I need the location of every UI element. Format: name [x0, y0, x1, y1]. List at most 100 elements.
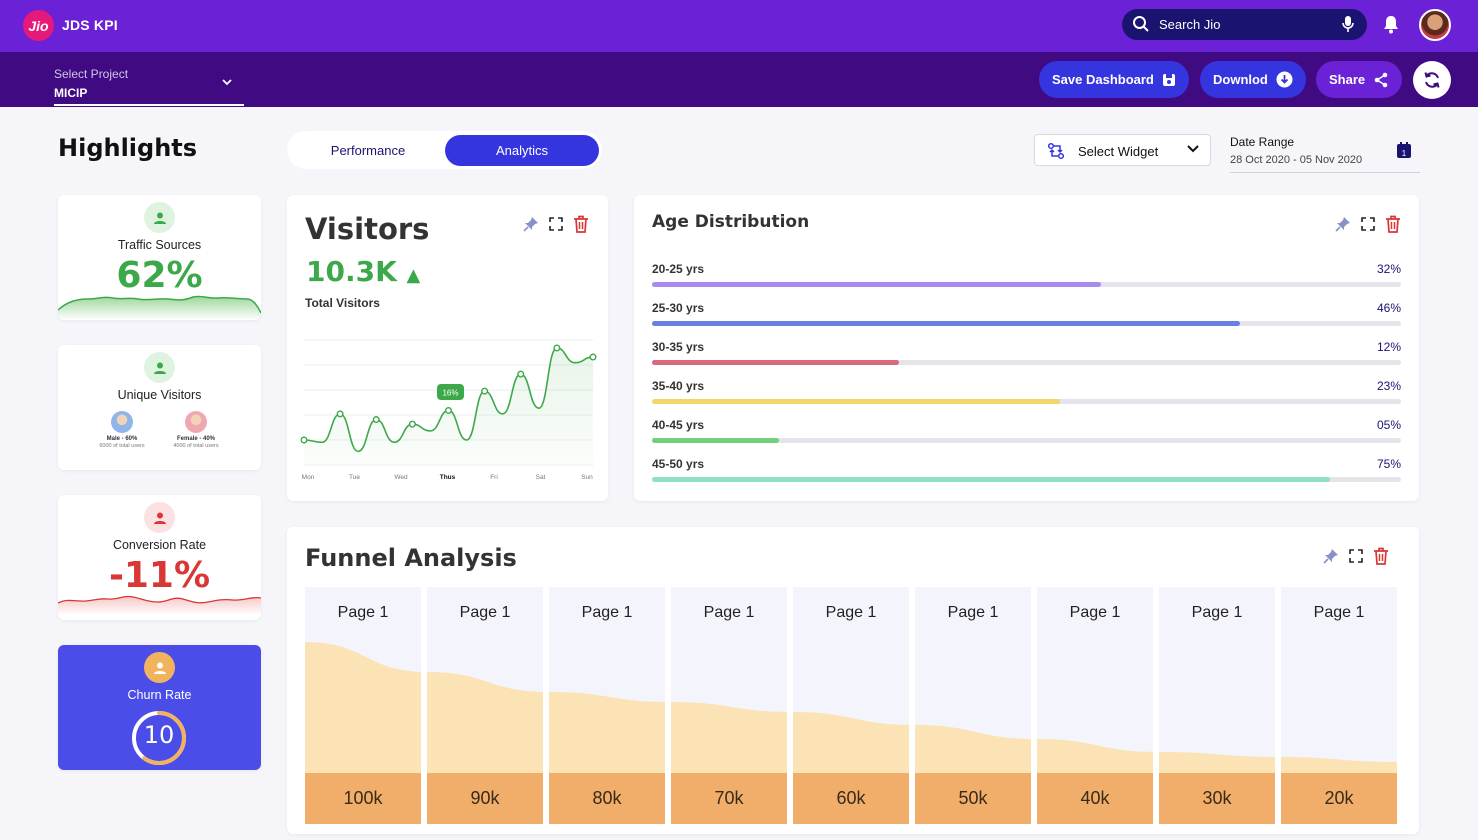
age-row-track — [652, 399, 1401, 404]
x-axis-label: Tue — [349, 474, 360, 481]
female-stat: Female - 40% 4000 of total users — [161, 411, 231, 449]
pin-icon[interactable] — [1335, 216, 1351, 232]
funnel-step-value: 60k — [793, 773, 909, 824]
jio-logo[interactable]: Jio — [23, 10, 54, 41]
data-point — [517, 370, 525, 378]
expand-icon[interactable] — [1349, 549, 1363, 563]
funnel-column-gap — [787, 587, 793, 773]
date-range-underline — [1230, 172, 1420, 173]
funnel-title: Funnel Analysis — [305, 544, 517, 572]
select-widget-label: Select Widget — [1078, 144, 1159, 159]
visitors-actions — [523, 215, 589, 233]
age-row-label: 40-45 yrs — [652, 418, 705, 432]
save-dashboard-button[interactable]: Save Dashboard — [1039, 61, 1189, 98]
chart-tooltip: 16% — [437, 384, 464, 400]
project-select[interactable]: MICIP — [54, 86, 87, 100]
unique-visitors-card[interactable]: Unique Visitors Male - 60% 6000 of total… — [58, 345, 261, 470]
conversion-rate-card[interactable]: Conversion Rate -11% — [58, 495, 261, 620]
notification-bell-icon[interactable] — [1382, 15, 1400, 34]
male-avatar — [111, 411, 133, 433]
funnel-actions — [1323, 547, 1389, 565]
date-range-value[interactable]: 28 Oct 2020 - 05 Nov 2020 — [1230, 154, 1362, 166]
delete-icon[interactable] — [1373, 547, 1389, 565]
calendar-icon[interactable]: 1 — [1396, 142, 1412, 159]
funnel-column-gap — [1275, 587, 1281, 773]
app-title: JDS KPI — [62, 17, 118, 33]
svg-text:1: 1 — [1402, 149, 1407, 158]
age-row-track — [652, 360, 1401, 365]
funnel-column-gap — [421, 587, 427, 773]
visitors-count: 10.3K — [306, 255, 397, 288]
tab-performance[interactable]: Performance — [291, 135, 445, 166]
funnel-column-gap — [909, 587, 915, 773]
unique-visitors-label: Unique Visitors — [117, 388, 202, 402]
male-count: 6000 of total users — [99, 443, 145, 449]
female-percent: Female - 40% — [176, 436, 216, 442]
user-avatar[interactable] — [1419, 9, 1451, 41]
data-point — [589, 353, 597, 361]
save-dashboard-label: Save Dashboard — [1052, 72, 1154, 87]
delete-icon[interactable] — [573, 215, 589, 233]
x-axis-label: Fri — [490, 474, 498, 481]
share-button[interactable]: Share — [1316, 61, 1403, 98]
age-row-label: 35-40 yrs — [652, 379, 705, 393]
download-button[interactable]: Downlod — [1200, 61, 1306, 98]
view-tabs: Performance Analytics — [287, 131, 602, 169]
funnel-step-value: 100k — [305, 773, 421, 824]
download-label: Downlod — [1213, 72, 1268, 87]
churn-rate-label: Churn Rate — [127, 688, 192, 702]
churn-rate-card[interactable]: Churn Rate 10 — [58, 645, 261, 770]
age-row-label: 30-35 yrs — [652, 340, 705, 354]
conversion-rate-label: Conversion Rate — [112, 538, 207, 552]
search-bar[interactable]: Search Jio — [1122, 9, 1367, 40]
churn-rate-value: 10 — [143, 721, 175, 749]
x-axis-label: Sat — [536, 474, 546, 481]
share-icon — [1374, 72, 1388, 87]
age-row-percent: 23% — [1376, 379, 1401, 393]
funnel-column-gap — [665, 587, 671, 773]
tab-analytics[interactable]: Analytics — [445, 135, 599, 166]
age-row-track — [652, 477, 1401, 482]
age-row-bar — [652, 360, 900, 365]
project-select-underline — [54, 104, 244, 106]
age-row-label: 45-50 yrs — [652, 457, 705, 471]
select-project-label: Select Project — [54, 67, 129, 81]
age-row-percent: 46% — [1376, 301, 1401, 315]
data-point — [336, 410, 344, 418]
traffic-sources-card[interactable]: Traffic Sources 62% — [58, 195, 261, 320]
visitors-title: Visitors — [305, 212, 430, 246]
expand-icon[interactable] — [1361, 217, 1375, 231]
age-row-percent: 75% — [1376, 457, 1401, 471]
project-toolbar: Select Project MICIP Save Dashboard Down… — [0, 52, 1478, 107]
pin-icon[interactable] — [523, 216, 539, 232]
funnel-step-value: 70k — [671, 773, 787, 824]
tooltip-value: 16% — [442, 389, 458, 398]
age-row-bar — [652, 399, 1061, 404]
microphone-icon[interactable] — [1341, 15, 1355, 33]
data-point — [300, 436, 308, 444]
age-row-bar — [652, 477, 1330, 482]
visitors-card: Visitors 10.3K ▲ Total Visitors 16% Mon T… — [287, 195, 608, 501]
select-widget-dropdown[interactable]: Select Widget — [1034, 134, 1211, 166]
top-bar: Jio JDS KPI Search Jio — [0, 0, 1478, 52]
refresh-button[interactable] — [1413, 61, 1451, 99]
delete-icon[interactable] — [1385, 215, 1401, 233]
date-range-label: Date Range — [1230, 135, 1295, 149]
traffic-sources-value: 62% — [116, 255, 203, 296]
male-percent: Male - 60% — [106, 436, 138, 442]
data-point — [481, 387, 489, 395]
age-row-percent: 32% — [1376, 262, 1401, 276]
age-row-percent: 05% — [1376, 418, 1401, 432]
age-row-label: 20-25 yrs — [652, 262, 705, 276]
funnel-step-value: 20k — [1281, 773, 1397, 824]
funnel-analysis-card: Funnel Analysis Page 1 Page 1 Page 1 Page 1… — [287, 527, 1419, 834]
pin-icon[interactable] — [1323, 548, 1339, 564]
chevron-down-icon — [1187, 145, 1199, 153]
female-count: 4000 of total users — [173, 443, 219, 449]
expand-icon[interactable] — [549, 217, 563, 231]
search-input[interactable]: Search Jio — [1159, 17, 1220, 32]
age-distribution-title: Age Distribution — [652, 212, 810, 232]
x-axis-labels: Mon Tue Wed Thus Fri Sat Sun — [302, 474, 593, 481]
chevron-down-icon[interactable] — [221, 78, 233, 86]
save-icon — [1162, 73, 1175, 86]
